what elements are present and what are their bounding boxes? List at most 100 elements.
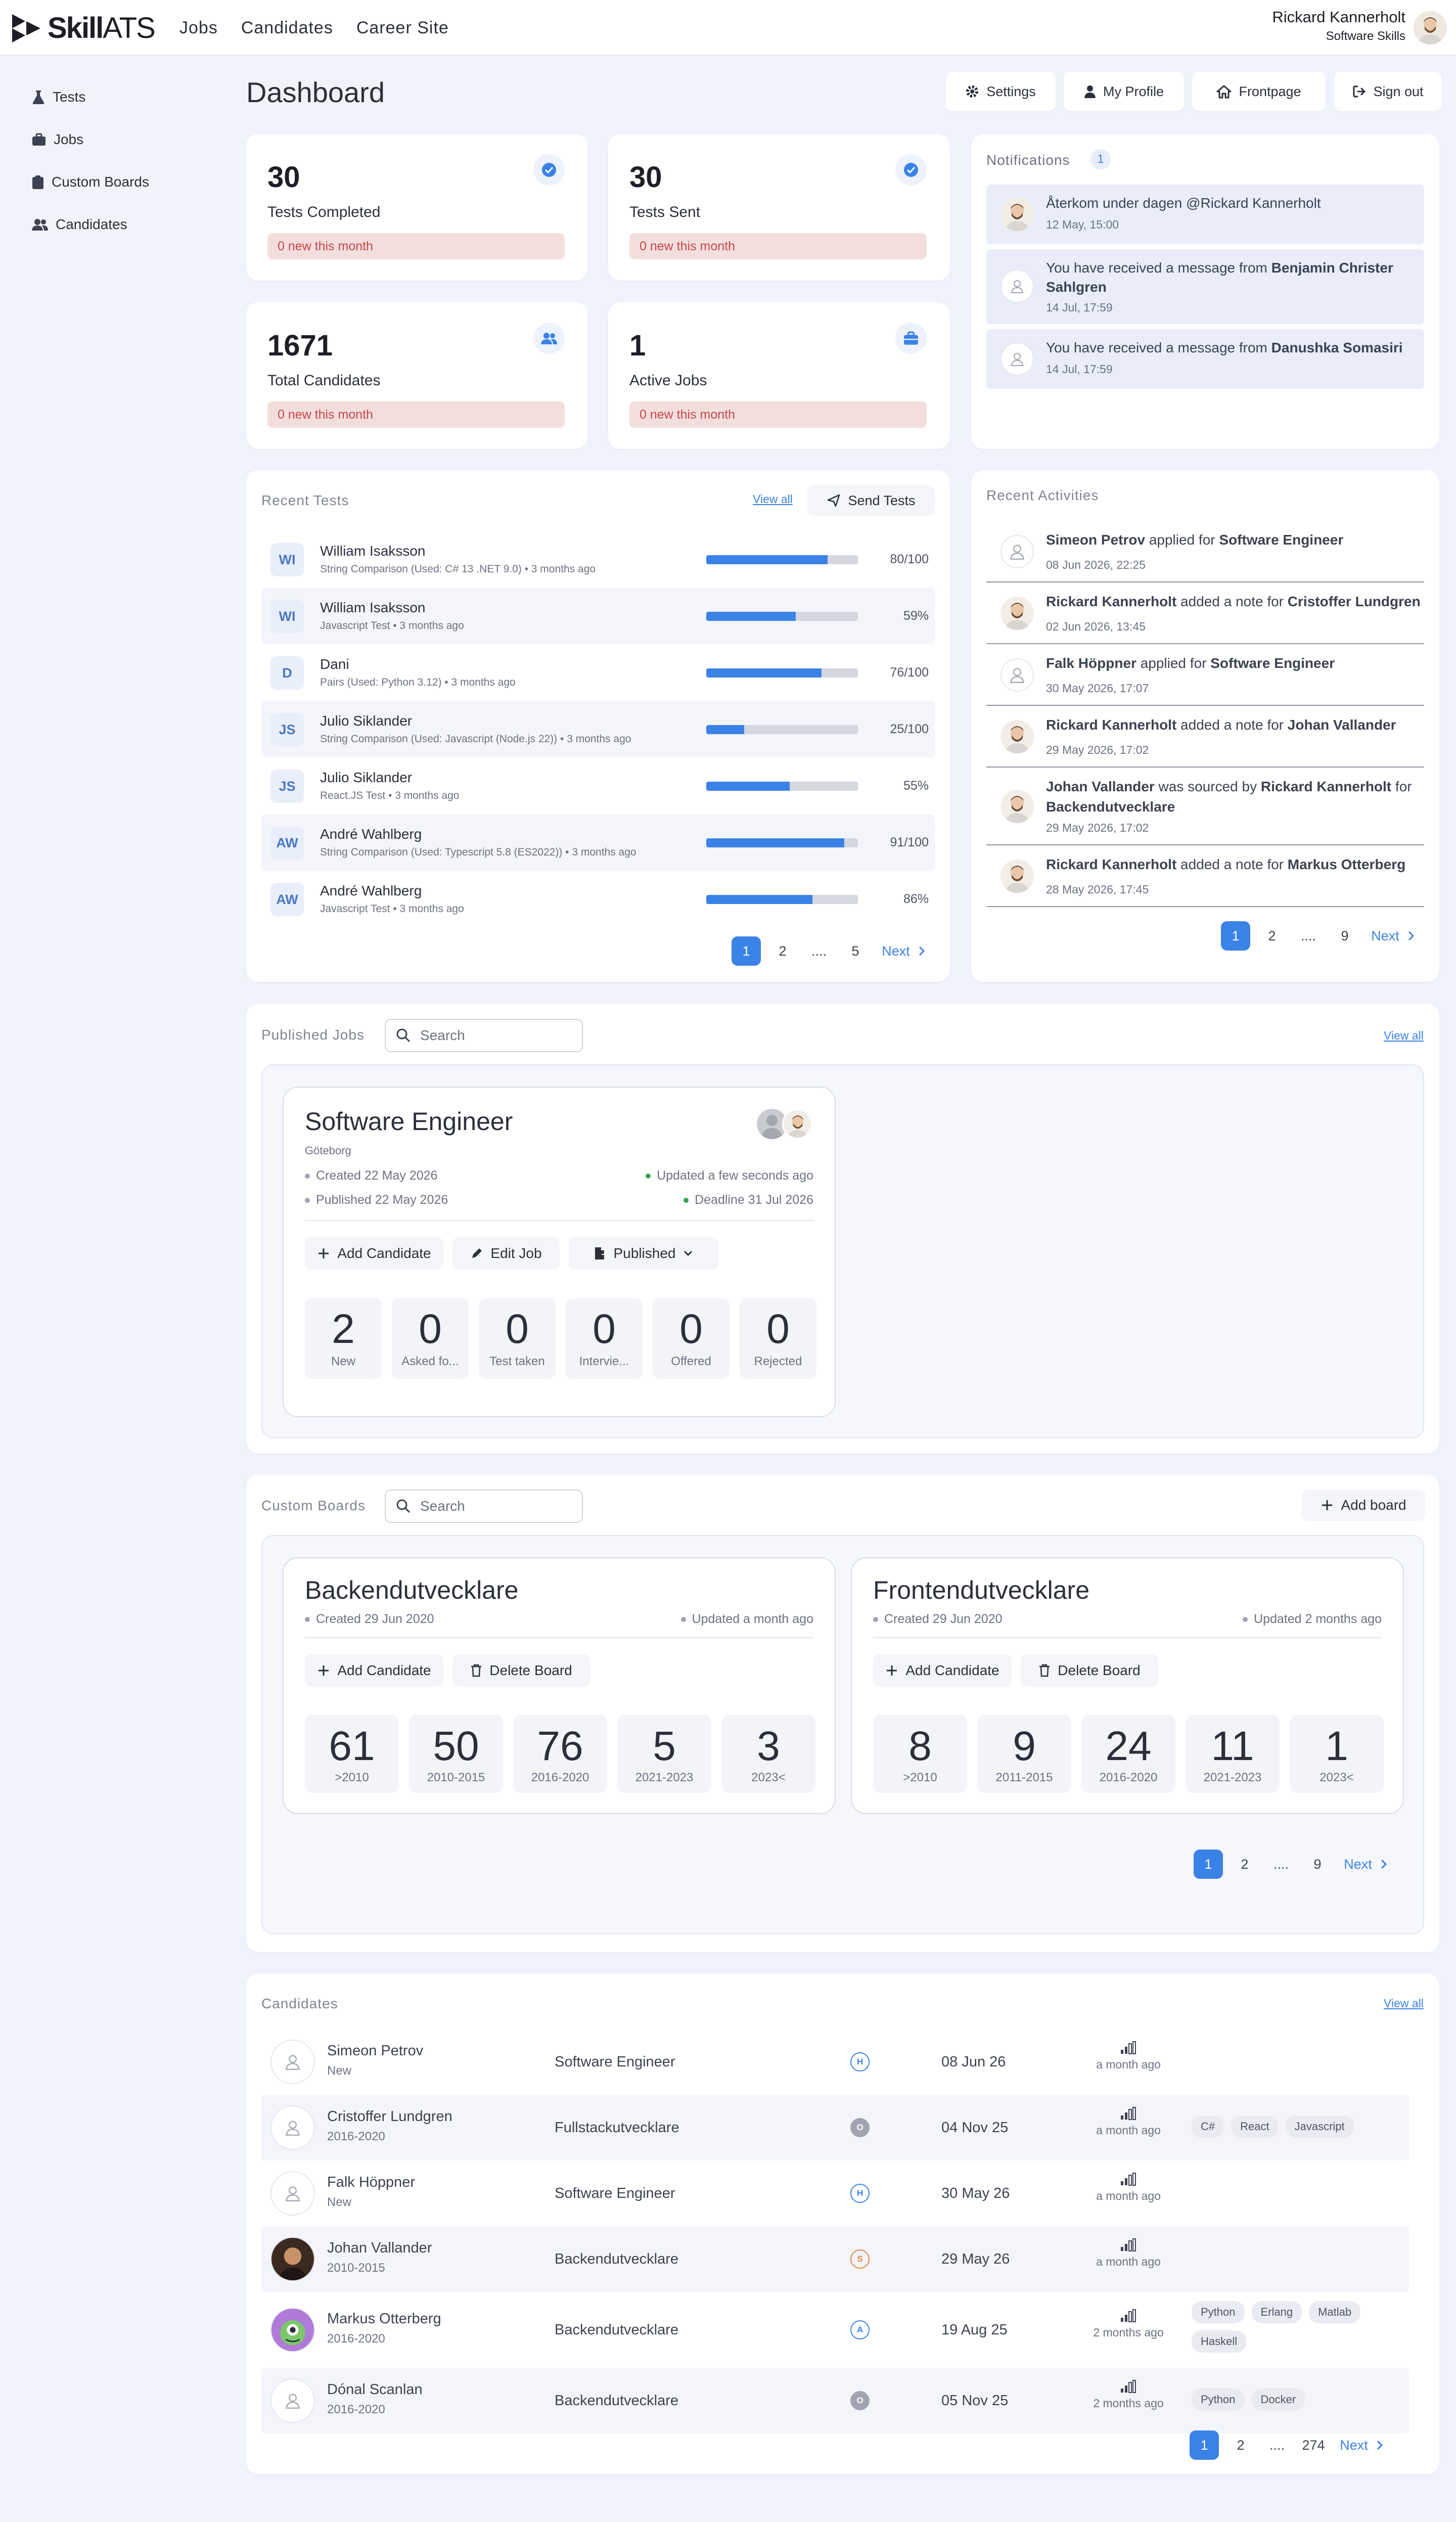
settings-button[interactable]: Settings: [945, 72, 1056, 111]
stage-count-box[interactable]: 0 Offered: [653, 1298, 730, 1379]
candidate-row[interactable]: Dónal Scanlan 2016-2020 Backendutvecklar…: [261, 2368, 1409, 2434]
next-page-button[interactable]: Next: [1343, 1850, 1389, 1879]
candidates-pagination: 1 2 .... 274 Next: [1190, 2430, 1385, 2460]
test-score: 91/100: [890, 835, 929, 849]
add-board-button[interactable]: Add board: [1302, 1490, 1425, 1521]
stage-count-box[interactable]: 0 Rejected: [740, 1298, 816, 1379]
sidebar-item-tests[interactable]: Tests: [31, 76, 149, 118]
candidate-name: Julio Siklander: [320, 713, 413, 729]
test-row[interactable]: AW André Wahlberg Javascript Test • 3 mo…: [261, 871, 935, 927]
page-last[interactable]: 9: [1303, 1850, 1332, 1879]
board-column-count[interactable]: 9 2011-2015: [977, 1715, 1071, 1793]
activity-item[interactable]: Johan Vallander was sourced by Rickard K…: [986, 768, 1424, 845]
test-row[interactable]: WI William Isaksson String Comparison (U…: [261, 531, 935, 588]
chevron-right-icon: [1381, 1859, 1387, 1869]
activity-item[interactable]: Falk Höppner applied for Software Engine…: [986, 644, 1424, 706]
test-score: 80/100: [890, 552, 929, 566]
next-page-button[interactable]: Next: [1371, 921, 1416, 951]
jobs-search-input[interactable]: Search: [385, 1019, 583, 1052]
candidate-date: 08 Jun 26: [941, 2054, 1006, 2070]
stat-card-active-jobs: 1 Active Jobs 0 new this month: [608, 302, 950, 449]
person-icon: [1000, 658, 1034, 692]
board-column-count[interactable]: 61 >2010: [305, 1715, 399, 1793]
board-card[interactable]: Frontendutvecklare Created 29 Jun 2020 U…: [851, 1557, 1404, 1814]
delete-board-button[interactable]: Delete Board: [1021, 1654, 1158, 1687]
board-column-count[interactable]: 1 2023<: [1290, 1715, 1384, 1793]
add-candidate-button[interactable]: Add Candidate: [305, 1654, 443, 1687]
boards-search-input[interactable]: Search: [385, 1490, 583, 1523]
send-tests-button[interactable]: Send Tests: [807, 485, 935, 516]
board-column-count[interactable]: 50 2010-2015: [409, 1715, 503, 1793]
page-last[interactable]: 9: [1330, 921, 1359, 951]
page-1[interactable]: 1: [1221, 921, 1250, 951]
page-last[interactable]: 5: [841, 936, 870, 966]
add-candidate-button[interactable]: Add Candidate: [873, 1654, 1012, 1687]
activity-item[interactable]: Simeon Petrov applied for Software Engin…: [986, 521, 1424, 582]
activity-item[interactable]: Rickard Kannerholt added a note for Mark…: [986, 845, 1424, 907]
job-status-dropdown[interactable]: Published: [569, 1237, 718, 1270]
sign-out-button[interactable]: Sign out: [1334, 72, 1442, 111]
test-row[interactable]: JS Julio Siklander String Comparison (Us…: [261, 701, 935, 757]
candidate-row[interactable]: Simeon Petrov New Software Engineer H 08…: [261, 2029, 1409, 2095]
board-column-count[interactable]: 5 2021-2023: [617, 1715, 711, 1793]
candidate-row[interactable]: Johan Vallander 2010-2015 Backendutveckl…: [261, 2226, 1409, 2292]
page-1[interactable]: 1: [1194, 1850, 1223, 1879]
frontpage-button[interactable]: Frontpage: [1192, 72, 1326, 111]
page-2[interactable]: 2: [1257, 921, 1287, 951]
board-column-count[interactable]: 11 2021-2023: [1186, 1715, 1280, 1793]
nav-career-site[interactable]: Career Site: [356, 18, 449, 38]
edit-job-button[interactable]: Edit Job: [452, 1237, 560, 1270]
add-candidate-button[interactable]: Add Candidate: [305, 1237, 443, 1270]
candidate-row[interactable]: Markus Otterberg 2016-2020 Backendutveck…: [261, 2292, 1409, 2368]
activity-item[interactable]: Rickard Kannerholt added a note for Cris…: [986, 582, 1424, 644]
person-icon: [1000, 269, 1034, 303]
board-column-count[interactable]: 3 2023<: [721, 1715, 815, 1793]
nav-jobs[interactable]: Jobs: [179, 18, 218, 38]
test-meta: Javascript Test • 3 months ago: [320, 903, 464, 915]
board-column-count[interactable]: 24 2016-2020: [1081, 1715, 1175, 1793]
test-row[interactable]: AW André Wahlberg String Comparison (Use…: [261, 814, 935, 871]
sidebar-item-jobs[interactable]: Jobs: [31, 118, 149, 161]
stage-count-box[interactable]: 2 New: [305, 1298, 382, 1379]
logo[interactable]: SkillATS: [10, 11, 156, 44]
stage-count-box[interactable]: 0 Asked fo...: [392, 1298, 469, 1379]
user-menu[interactable]: Rickard Kannerholt Software Skills: [1272, 8, 1405, 43]
test-row[interactable]: D Dani Pairs (Used: Python 3.12) • 3 mon…: [261, 644, 935, 701]
candidate-row[interactable]: Cristoffer Lundgren 2016-2020 Fullstacku…: [261, 2095, 1409, 2160]
candidate-row[interactable]: Falk Höppner New Software Engineer H 30 …: [261, 2160, 1409, 2226]
page-2[interactable]: 2: [1226, 2430, 1255, 2460]
view-all-tests-link[interactable]: View all: [753, 492, 793, 506]
notification-item[interactable]: You have received a message from Danushk…: [986, 329, 1424, 389]
my-profile-button[interactable]: My Profile: [1064, 72, 1184, 111]
delete-board-button[interactable]: Delete Board: [452, 1654, 590, 1687]
page-last[interactable]: 274: [1299, 2430, 1328, 2460]
test-meta: React.JS Test • 3 months ago: [320, 790, 460, 801]
gear-icon: [966, 85, 979, 98]
activity-item[interactable]: Rickard Kannerholt added a note for Joha…: [986, 706, 1424, 768]
stage-count-box[interactable]: 0 Test taken: [479, 1298, 556, 1379]
recent-tests-panel: Recent Tests View all Send Tests WI Will…: [246, 470, 950, 982]
job-card[interactable]: Software Engineer Göteborg Created 22 Ma…: [283, 1087, 836, 1417]
avatar-photo: [1005, 796, 1030, 823]
next-page-button[interactable]: Next: [881, 936, 927, 966]
avatar[interactable]: [1414, 11, 1447, 44]
page-2[interactable]: 2: [768, 936, 797, 966]
page-2[interactable]: 2: [1230, 1850, 1259, 1879]
avatar: [270, 2308, 315, 2352]
page-1[interactable]: 1: [1190, 2430, 1219, 2460]
test-row[interactable]: JS Julio Siklander React.JS Test • 3 mon…: [261, 757, 935, 814]
board-column-count[interactable]: 76 2016-2020: [513, 1715, 607, 1793]
sidebar-item-custom-boards[interactable]: Custom Boards: [31, 161, 149, 203]
notification-item[interactable]: You have received a message from Benjami…: [986, 249, 1424, 324]
page-1[interactable]: 1: [732, 936, 761, 966]
board-column-count[interactable]: 8 >2010: [873, 1715, 967, 1793]
sidebar-item-candidates[interactable]: Candidates: [31, 203, 149, 246]
notification-item[interactable]: Återkom under dagen @Rickard Kannerholt …: [986, 185, 1424, 244]
view-all-candidates-link[interactable]: View all: [1384, 1997, 1424, 2010]
stage-count-box[interactable]: 0 Intervie...: [566, 1298, 643, 1379]
nav-candidates[interactable]: Candidates: [241, 18, 333, 38]
view-all-jobs-link[interactable]: View all: [1384, 1029, 1424, 1043]
board-card[interactable]: Backendutvecklare Created 29 Jun 2020 Up…: [283, 1557, 836, 1814]
next-page-button[interactable]: Next: [1339, 2430, 1385, 2460]
test-row[interactable]: WI William Isaksson Javascript Test • 3 …: [261, 588, 935, 644]
